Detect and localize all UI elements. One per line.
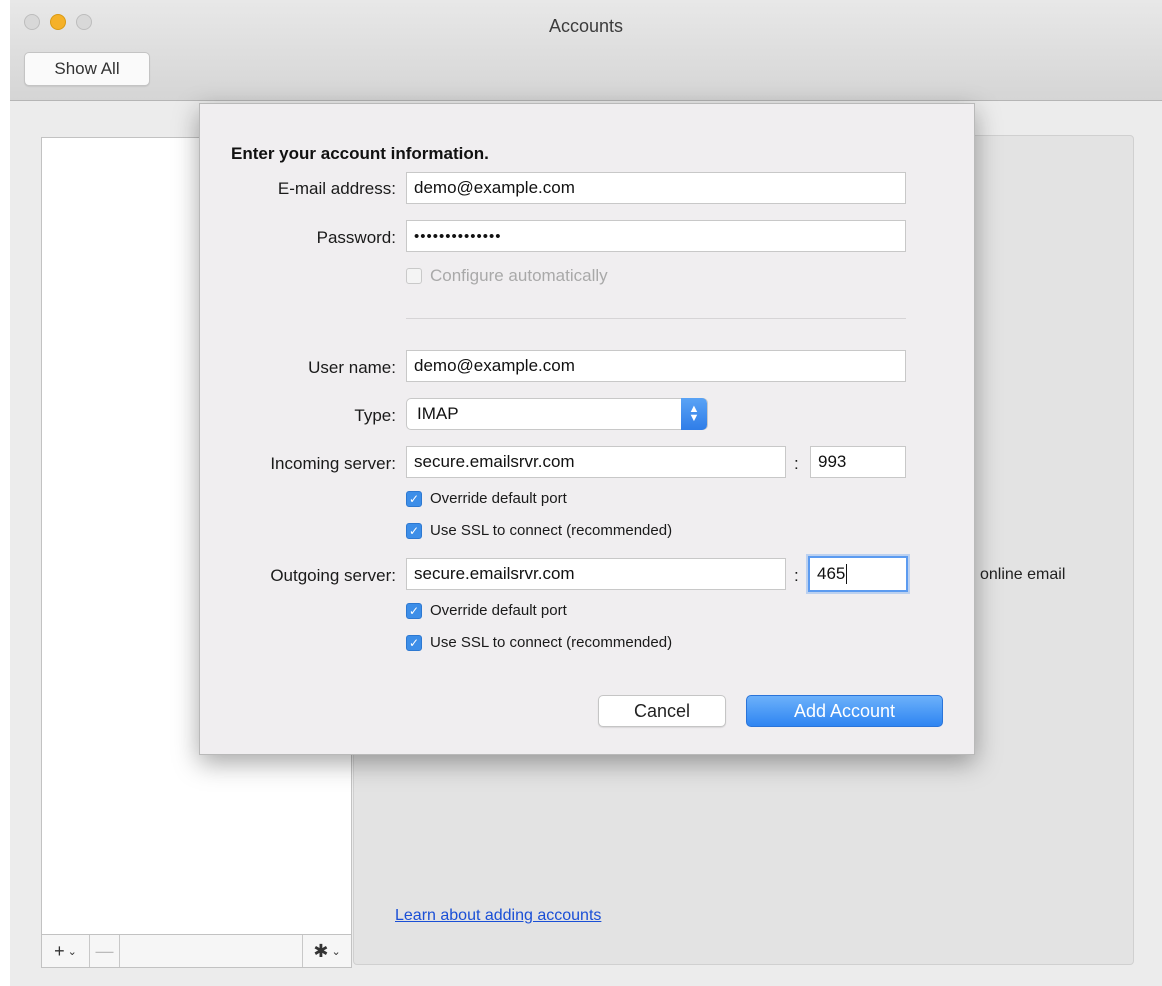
- incoming-ssl-checkbox[interactable]: ✓ Use SSL to connect (recommended): [406, 522, 672, 539]
- add-account-button[interactable]: Add Account: [746, 695, 943, 727]
- outgoing-port-value: 465: [817, 564, 846, 583]
- incoming-server-label: Incoming server:: [270, 454, 396, 473]
- accounts-window: Accounts Show All + ⌄ — ✱ ⌄ online email…: [10, 0, 1162, 986]
- gear-icon: ✱: [313, 940, 329, 961]
- select-stepper-icon: ▲ ▼: [681, 398, 707, 430]
- minus-icon: —: [95, 940, 114, 961]
- username-field[interactable]: demo@example.com: [406, 350, 906, 382]
- account-type-value: IMAP: [417, 404, 459, 423]
- title-bar: Accounts Show All: [10, 0, 1162, 101]
- incoming-server-field[interactable]: secure.emailsrvr.com: [406, 446, 786, 478]
- checkmark-icon: ✓: [406, 634, 422, 651]
- toolbar-spacer: [120, 935, 303, 967]
- password-label: Password:: [316, 228, 396, 247]
- accounts-list-toolbar: + ⌄ — ✱ ⌄: [41, 934, 352, 968]
- outgoing-override-port-checkbox[interactable]: ✓ Override default port: [406, 602, 567, 619]
- email-label: E-mail address:: [277, 179, 396, 198]
- incoming-override-port-checkbox[interactable]: ✓ Override default port: [406, 490, 567, 507]
- incoming-override-port-label: Override default port: [430, 490, 567, 507]
- password-field[interactable]: ••••••••••••••: [406, 220, 906, 252]
- account-actions-button[interactable]: ✱ ⌄: [303, 935, 351, 967]
- panel-description-text: online email: [980, 566, 1066, 583]
- outgoing-port-separator: :: [794, 566, 799, 585]
- incoming-ssl-label: Use SSL to connect (recommended): [430, 522, 673, 539]
- checkbox-unchecked-icon: [406, 268, 422, 284]
- outgoing-ssl-label: Use SSL to connect (recommended): [430, 634, 673, 651]
- outgoing-server-label: Outgoing server:: [270, 566, 396, 585]
- remove-account-button[interactable]: —: [90, 935, 120, 967]
- window-title: Accounts: [548, 16, 624, 36]
- email-field[interactable]: demo@example.com: [406, 172, 906, 204]
- show-all-button[interactable]: Show All: [24, 52, 150, 86]
- incoming-port-separator: :: [794, 454, 799, 473]
- account-info-sheet: Enter your account information. E-mail a…: [199, 103, 975, 755]
- section-divider: [406, 318, 906, 319]
- incoming-port-field[interactable]: 993: [810, 446, 906, 478]
- username-label: User name:: [308, 358, 396, 377]
- learn-about-accounts-link[interactable]: Learn about adding accounts: [395, 907, 601, 925]
- checkmark-icon: ✓: [406, 602, 422, 619]
- outgoing-ssl-checkbox[interactable]: ✓ Use SSL to connect (recommended): [406, 634, 672, 651]
- chevron-down-icon: ⌄: [67, 945, 77, 958]
- checkmark-icon: ✓: [406, 522, 422, 539]
- chevron-down-icon: ⌄: [331, 945, 341, 958]
- outgoing-server-field[interactable]: secure.emailsrvr.com: [406, 558, 786, 590]
- outgoing-port-field[interactable]: 465: [808, 556, 908, 592]
- configure-automatically-checkbox[interactable]: Configure automatically: [406, 266, 608, 286]
- sheet-heading: Enter your account information.: [231, 144, 489, 163]
- account-type-select[interactable]: IMAP ▲ ▼: [406, 398, 708, 430]
- cancel-button[interactable]: Cancel: [598, 695, 726, 727]
- outgoing-override-port-label: Override default port: [430, 602, 567, 619]
- plus-icon: +: [54, 940, 65, 961]
- configure-automatically-label: Configure automatically: [430, 266, 608, 285]
- checkmark-icon: ✓: [406, 490, 422, 507]
- add-account-menu-button[interactable]: + ⌄: [42, 935, 90, 967]
- text-cursor: [846, 564, 848, 584]
- type-label: Type:: [354, 406, 396, 425]
